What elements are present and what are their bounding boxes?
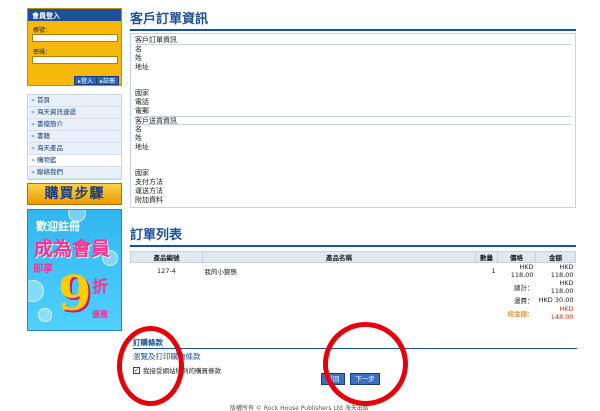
member-login-box: 會員登入 帳號： 密碼： ▸登入 ▸註冊: [27, 8, 122, 86]
field-label: 姓: [135, 53, 142, 62]
field-label: [135, 152, 571, 161]
field-label: [135, 72, 571, 81]
summary-row: 總金額： HKD 148.00: [131, 305, 576, 321]
summary-row: 運費： HKD 30.00: [131, 295, 576, 305]
arrow-icon: »: [31, 156, 35, 164]
col-code-header: 產品編號: [130, 250, 203, 263]
account-label: 帳號：: [33, 27, 52, 34]
promo-line3: 即享: [33, 264, 53, 275]
field-label: 國家: [135, 89, 149, 98]
col-price-header: 價格: [497, 250, 536, 263]
left-sidebar: 會員登入 帳號： 密碼： ▸登入 ▸註冊 » 首頁 » 海天資訊速遞 » 書檔簡介 »…: [27, 8, 122, 331]
promo-big-number: 9: [58, 266, 92, 322]
promo-line1: 歡迎註冊: [36, 220, 80, 233]
field-label: 地址: [135, 62, 149, 71]
login-button[interactable]: ▸登入: [74, 76, 98, 85]
sidebar-item-cart[interactable]: » 購物籃: [28, 155, 121, 167]
password-label: 密碼：: [33, 49, 52, 56]
field-label: 電話: [135, 98, 149, 107]
sidebar-item-news[interactable]: » 海天資訊速遞: [28, 107, 121, 119]
field-label: 電郵: [135, 107, 149, 116]
sidebar-nav: » 首頁 » 海天資訊速遞 » 書檔簡介 » 書籍 » 海天產品 » 購物籃 » 聯絡我們: [27, 94, 122, 180]
order-table: 產品編號 產品名稱 數量 價格 金額 127-4 我的小變態 1 HKD 118…: [130, 250, 576, 321]
annotation-circle-checkbox: [117, 326, 184, 406]
footer-copyright: 版權所有 © Rock House Publishers Ltd 海天出版: [230, 405, 369, 411]
cell-name: 我的小變態: [204, 267, 238, 276]
purchase-steps-banner[interactable]: 購買步驟: [27, 183, 122, 205]
sidebar-item-books[interactable]: » 書籍: [28, 131, 121, 143]
total-value: HKD 148.00: [550, 304, 574, 321]
field-label: 地址: [135, 142, 149, 151]
sidebar-item-home[interactable]: » 首頁: [28, 95, 121, 107]
customer-section-title: 客戶訂單資訊: [130, 8, 576, 31]
sidebar-item-products[interactable]: » 海天產品: [28, 143, 121, 155]
sidebar-item-intro[interactable]: » 書檔簡介: [28, 119, 121, 131]
register-button[interactable]: ▸註冊: [96, 76, 120, 85]
col-name-header: 產品名稱: [202, 250, 476, 263]
subtotal-value: HKD 118.00: [550, 278, 574, 295]
arrow-icon: »: [31, 144, 35, 152]
table-header-row: 產品編號 產品名稱 數量 價格 金額: [130, 250, 576, 263]
promo-line4: 優惠: [92, 310, 108, 319]
account-input[interactable]: [32, 34, 118, 42]
cell-amount: HKD 118.00: [550, 262, 574, 279]
arrow-icon: »: [31, 132, 35, 140]
field-label: 名: [135, 44, 142, 53]
field-label: 國家: [135, 169, 149, 178]
field-label: 名: [135, 124, 142, 133]
subtotal-label: 總計：: [514, 283, 534, 292]
table-row: 127-4 我的小變態 1 HKD 118.00 HKD 118.00: [131, 262, 576, 279]
customer-order-header: 客戶訂單資訊: [135, 36, 571, 45]
arrow-icon: »: [31, 120, 35, 128]
password-input[interactable]: [32, 56, 118, 64]
field-label: 運送方法: [135, 187, 163, 196]
shipping-value: HKD 30.00: [538, 295, 574, 304]
arrow-icon: »: [31, 96, 35, 104]
summary-row: 總計： HKD 118.00: [131, 279, 576, 295]
promo-line2: 成為會員: [34, 238, 111, 260]
main-content: 客戶訂單資訊 客戶訂單資訊 名 姓 地址 國家 電話 電郵 客戶送貨資訊 名 姓…: [130, 8, 576, 321]
cell-code: 127-4: [157, 266, 176, 275]
promo-discount: 折: [92, 277, 109, 296]
shipping-header: 客戶送貨資訊: [135, 116, 571, 125]
arrow-icon: »: [31, 168, 35, 176]
order-section-title: 訂單列表: [130, 224, 576, 247]
annotation-circle-next: [323, 322, 408, 406]
field-label: [135, 160, 571, 169]
field-label: 支付方法: [135, 178, 163, 187]
sidebar-item-contact[interactable]: » 聯絡我們: [28, 167, 121, 179]
col-qty-header: 數量: [475, 250, 498, 263]
login-title: 會員登入: [28, 9, 121, 21]
shipping-label: 運費：: [514, 296, 534, 305]
total-label: 總金額：: [507, 309, 534, 318]
cell-price: HKD 118.00: [510, 262, 534, 279]
cell-qty: 1: [491, 266, 496, 275]
member-promo-banner[interactable]: 歡迎註冊 成為會員 即享 9 折 優惠: [27, 209, 122, 331]
field-label: 姓: [135, 133, 142, 142]
bubble-decoration: [28, 280, 44, 302]
field-label: 附加資料: [135, 196, 163, 205]
field-label: [135, 80, 571, 89]
customer-info-panel: 客戶訂單資訊 名 姓 地址 國家 電話 電郵 客戶送貨資訊 名 姓 地址 國家 …: [130, 33, 576, 208]
col-amount-header: 金額: [535, 250, 576, 263]
arrow-icon: »: [31, 108, 35, 116]
bubble-decoration: [38, 308, 52, 322]
